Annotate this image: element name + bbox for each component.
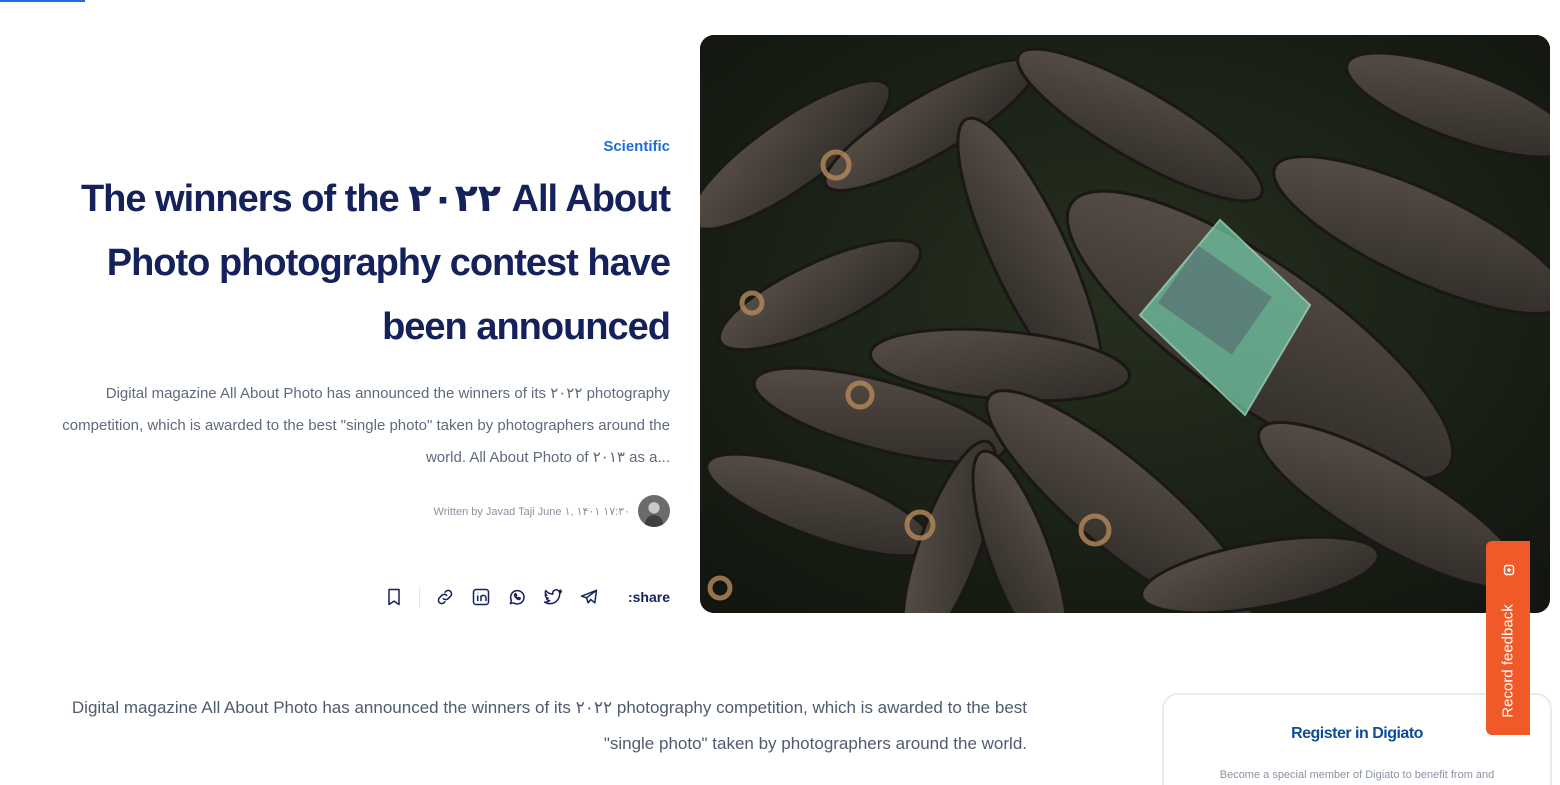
author-avatar[interactable]	[638, 495, 670, 527]
linkedin-icon[interactable]	[470, 586, 492, 608]
article-excerpt: Digital magazine All About Photo has ann…	[62, 385, 670, 466]
twitter-icon[interactable]	[542, 586, 564, 608]
category-link[interactable]: Scientific	[40, 138, 670, 155]
byline[interactable]: Written by Javad Taji June ۱, ۱۴۰۱ ۱۷:۳۰	[434, 505, 630, 518]
hero-image	[700, 35, 1550, 613]
author-row: Written by Javad Taji June ۱, ۱۴۰۱ ۱۷:۳۰	[40, 495, 670, 527]
article-header: Scientific The winners of the ۲۰۲۲ All A…	[40, 138, 671, 527]
register-text: Become a special member of Digiato to be…	[1219, 769, 1495, 781]
article-body-paragraph: Digital magazine All About Photo has ann…	[71, 698, 1027, 753]
share-label: :share	[627, 589, 670, 605]
share-bar: :share	[380, 582, 670, 612]
share-divider	[418, 587, 420, 607]
whatsapp-icon[interactable]	[506, 586, 528, 608]
feedback-button[interactable]: Record feedback	[1486, 541, 1530, 735]
feedback-label: Record feedback	[1499, 604, 1517, 718]
top-progress-bar	[0, 0, 85, 2]
copy-link-icon[interactable]	[434, 586, 456, 608]
feedback-icon	[1503, 564, 1515, 576]
telegram-icon[interactable]	[578, 586, 600, 608]
bookmark-icon[interactable]	[383, 586, 405, 608]
article-page: Scientific The winners of the ۲۰۲۲ All A…	[0, 0, 1560, 785]
article-title: The winners of the ۲۰۲۲ All About Photo …	[80, 178, 671, 348]
